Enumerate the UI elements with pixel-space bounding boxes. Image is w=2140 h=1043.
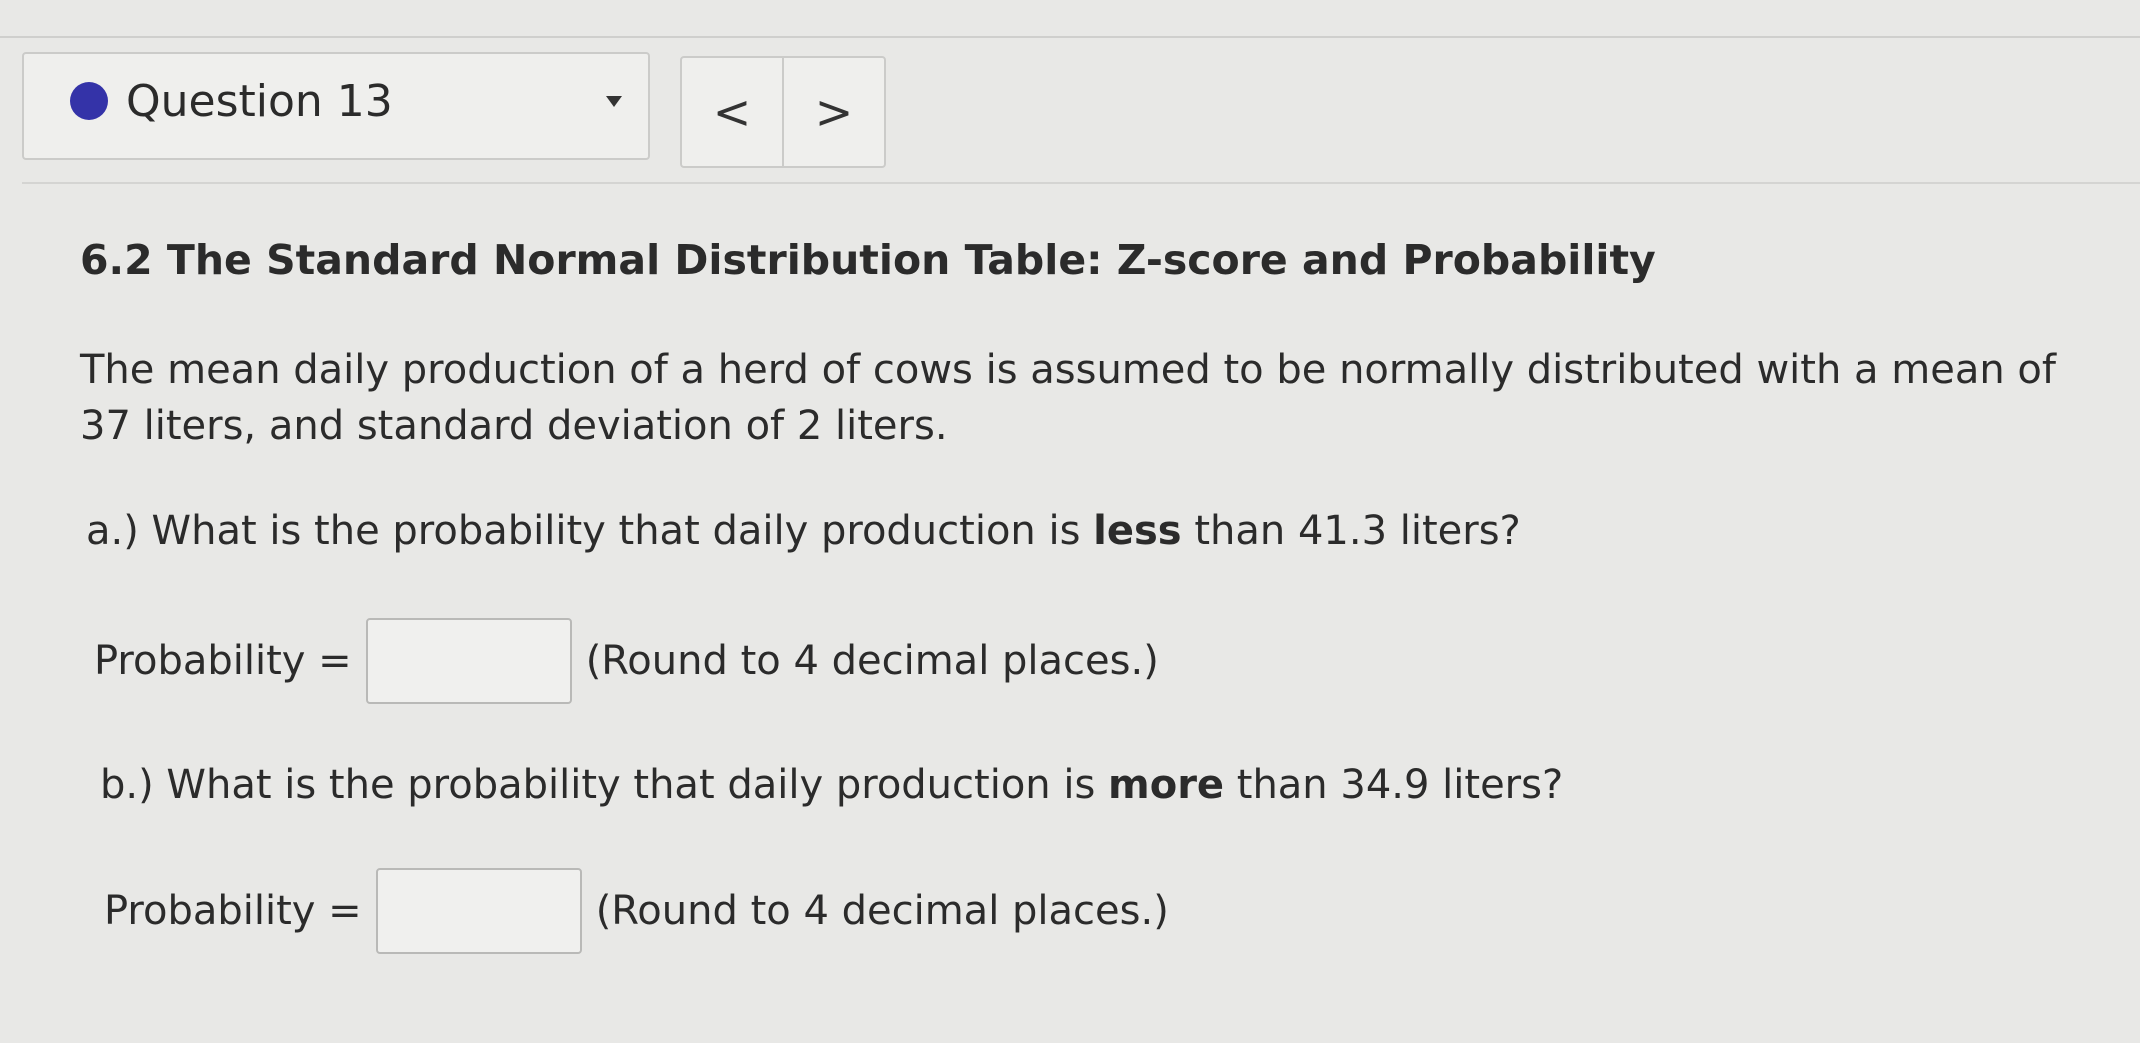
part-b-answer-row: Probability = (Round to 4 decimal places… bbox=[104, 868, 1169, 954]
part-a-question-prefix: a.) What is the probability that daily p… bbox=[86, 508, 1094, 554]
part-a-round-note: (Round to 4 decimal places.) bbox=[585, 638, 1159, 684]
question-label: Question 13 bbox=[126, 76, 393, 127]
part-a-question-emphasis: less bbox=[1093, 508, 1182, 554]
next-question-button[interactable]: > bbox=[784, 58, 884, 166]
part-a-probability-input[interactable] bbox=[365, 618, 572, 704]
question-selector[interactable]: Question 13 bbox=[22, 52, 650, 160]
previous-question-button[interactable]: < bbox=[682, 58, 784, 166]
part-b-question: b.) What is the probability that daily p… bbox=[100, 762, 1563, 808]
part-a-question: a.) What is the probability that daily p… bbox=[86, 508, 1521, 554]
part-a-answer-label: Probability = bbox=[94, 638, 352, 684]
question-status-icon bbox=[70, 82, 108, 120]
problem-intro: The mean daily production of a herd of c… bbox=[80, 347, 2056, 449]
part-a-answer-row: Probability = (Round to 4 decimal places… bbox=[94, 618, 1159, 704]
part-b-round-note: (Round to 4 decimal places.) bbox=[595, 888, 1169, 934]
part-b-answer-label: Probability = bbox=[104, 888, 362, 934]
part-b-probability-input[interactable] bbox=[375, 868, 582, 954]
header-divider bbox=[22, 182, 2140, 184]
part-b-question-suffix: than 34.9 liters? bbox=[1224, 762, 1564, 808]
part-b-question-emphasis: more bbox=[1108, 762, 1225, 808]
part-a-question-suffix: than 41.3 liters? bbox=[1181, 508, 1521, 554]
part-b-question-prefix: b.) What is the probability that daily p… bbox=[100, 762, 1109, 808]
top-divider bbox=[0, 36, 2140, 38]
question-nav-group: < > bbox=[680, 56, 886, 168]
dropdown-caret-icon[interactable] bbox=[606, 96, 622, 107]
section-title: 6.2 The Standard Normal Distribution Tab… bbox=[80, 236, 1656, 284]
